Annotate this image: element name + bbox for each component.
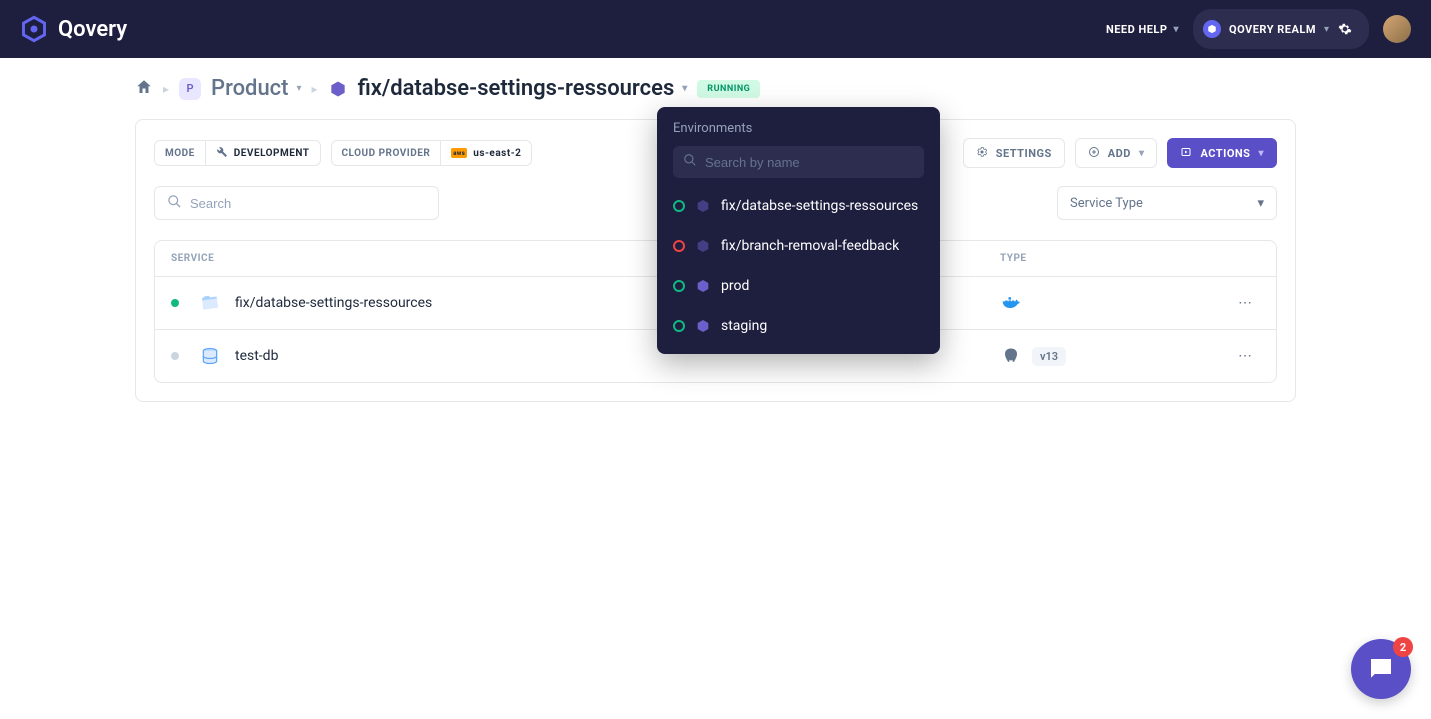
chevron-down-icon: ▾ bbox=[1324, 24, 1329, 35]
play-icon bbox=[1180, 146, 1192, 161]
row-menu-button[interactable]: ⋯ bbox=[1230, 344, 1260, 368]
realm-selector[interactable]: QOVERY REALM ▾ bbox=[1193, 9, 1369, 49]
environment-hex-icon bbox=[695, 238, 711, 254]
chevron-down-icon: ▾ bbox=[1139, 148, 1145, 159]
settings-label: SETTINGS bbox=[996, 147, 1052, 160]
status-dot-running bbox=[171, 299, 179, 307]
breadcrumb-separator-icon: ▸ bbox=[312, 82, 318, 96]
environment-hex-icon bbox=[695, 318, 711, 334]
chevron-down-icon: ▾ bbox=[1258, 148, 1264, 159]
status-dot-stopped bbox=[171, 352, 179, 360]
environment-hex-icon bbox=[695, 198, 711, 214]
need-help-button[interactable]: NEED HELP ▾ bbox=[1106, 23, 1179, 36]
env-status-dot bbox=[673, 240, 685, 252]
project-badge: P bbox=[179, 78, 201, 100]
realm-icon bbox=[1203, 20, 1221, 38]
brand-name: Qovery bbox=[58, 17, 127, 42]
caret-down-icon: ▾ bbox=[1257, 196, 1264, 211]
service-search[interactable] bbox=[154, 186, 439, 220]
home-icon[interactable] bbox=[135, 78, 153, 100]
breadcrumb-project-label: Product bbox=[211, 76, 288, 101]
env-search-input[interactable] bbox=[705, 155, 914, 170]
environment-hex-icon bbox=[328, 79, 348, 99]
chevron-down-icon: ▾ bbox=[682, 83, 687, 94]
breadcrumb-environment[interactable]: fix/databse-settings-ressources ▾ bbox=[358, 76, 688, 101]
env-item-name: fix/branch-removal-feedback bbox=[721, 238, 899, 254]
brand-logo[interactable]: Qovery bbox=[20, 15, 127, 43]
breadcrumb-separator-icon: ▸ bbox=[163, 82, 169, 96]
mode-tag-label: MODE bbox=[155, 148, 205, 159]
breadcrumb-project[interactable]: Product ▾ bbox=[211, 76, 302, 101]
version-badge: v13 bbox=[1032, 347, 1066, 366]
env-search-box[interactable] bbox=[673, 146, 924, 178]
environments-dropdown: Environments fix/databse-settings-ressou… bbox=[657, 107, 940, 354]
provider-tag-label: CLOUD PROVIDER bbox=[332, 148, 441, 159]
need-help-label: NEED HELP bbox=[1106, 23, 1168, 36]
env-status-dot bbox=[673, 280, 685, 292]
chat-badge: 2 bbox=[1393, 637, 1413, 657]
provider-value-text: us-east-2 bbox=[473, 148, 521, 159]
top-navbar: Qovery NEED HELP ▾ QOVERY REALM ▾ bbox=[0, 0, 1431, 58]
header-right: NEED HELP ▾ QOVERY REALM ▾ bbox=[1106, 9, 1411, 49]
env-status-dot bbox=[673, 200, 685, 212]
chevron-down-icon: ▾ bbox=[297, 83, 302, 94]
row-menu-button[interactable]: ⋯ bbox=[1230, 291, 1260, 315]
action-buttons: SETTINGS ADD ▾ ACTIONS ▾ bbox=[963, 138, 1277, 168]
env-dropdown-item[interactable]: fix/branch-removal-feedback bbox=[657, 226, 940, 266]
mode-tag-value: DEVELOPMENT bbox=[205, 141, 320, 165]
info-tags: MODE DEVELOPMENT CLOUD PROVIDER aws us-e… bbox=[154, 140, 532, 166]
mode-value-text: DEVELOPMENT bbox=[234, 148, 310, 159]
aws-icon: aws bbox=[451, 148, 467, 158]
docker-icon bbox=[1000, 292, 1022, 314]
actions-label: ACTIONS bbox=[1200, 147, 1250, 160]
env-dropdown-item[interactable]: fix/databse-settings-ressources bbox=[657, 186, 940, 226]
qovery-logo-icon bbox=[20, 15, 48, 43]
realm-label: QOVERY REALM bbox=[1229, 23, 1316, 36]
search-icon bbox=[167, 194, 182, 213]
wrench-icon bbox=[216, 146, 228, 161]
mode-tag: MODE DEVELOPMENT bbox=[154, 140, 321, 166]
chat-icon bbox=[1366, 654, 1396, 684]
status-badge: RUNNING bbox=[697, 80, 760, 98]
chat-widget[interactable]: 2 bbox=[1351, 639, 1411, 699]
provider-tag-value: aws us-east-2 bbox=[440, 141, 531, 165]
chevron-down-icon: ▾ bbox=[1173, 24, 1179, 35]
provider-tag: CLOUD PROVIDER aws us-east-2 bbox=[331, 140, 533, 166]
gear-icon bbox=[976, 146, 988, 161]
service-type-filter[interactable]: Service Type ▾ bbox=[1057, 186, 1277, 220]
env-item-name: staging bbox=[721, 318, 767, 334]
env-status-dot bbox=[673, 320, 685, 332]
env-item-name: fix/databse-settings-ressources bbox=[721, 198, 918, 214]
service-type-label: Service Type bbox=[1070, 196, 1143, 211]
realm-settings-button[interactable] bbox=[1331, 15, 1359, 43]
database-icon bbox=[199, 345, 221, 367]
col-type-header: TYPE bbox=[1000, 253, 1260, 264]
add-button[interactable]: ADD ▾ bbox=[1075, 138, 1158, 168]
search-icon bbox=[683, 153, 697, 171]
app-folder-icon bbox=[198, 291, 223, 316]
postgresql-icon bbox=[1000, 345, 1022, 367]
plus-circle-icon bbox=[1088, 146, 1100, 161]
dropdown-title: Environments bbox=[657, 121, 940, 146]
add-label: ADD bbox=[1108, 147, 1131, 160]
env-dropdown-item[interactable]: prod bbox=[657, 266, 940, 306]
breadcrumb-env-label: fix/databse-settings-ressources bbox=[358, 76, 675, 101]
environment-hex-icon bbox=[695, 278, 711, 294]
user-avatar[interactable] bbox=[1383, 15, 1411, 43]
env-item-name: prod bbox=[721, 278, 749, 294]
service-search-input[interactable] bbox=[190, 196, 426, 211]
actions-button[interactable]: ACTIONS ▾ bbox=[1167, 138, 1277, 168]
settings-button[interactable]: SETTINGS bbox=[963, 138, 1065, 168]
env-dropdown-item[interactable]: staging bbox=[657, 306, 940, 346]
